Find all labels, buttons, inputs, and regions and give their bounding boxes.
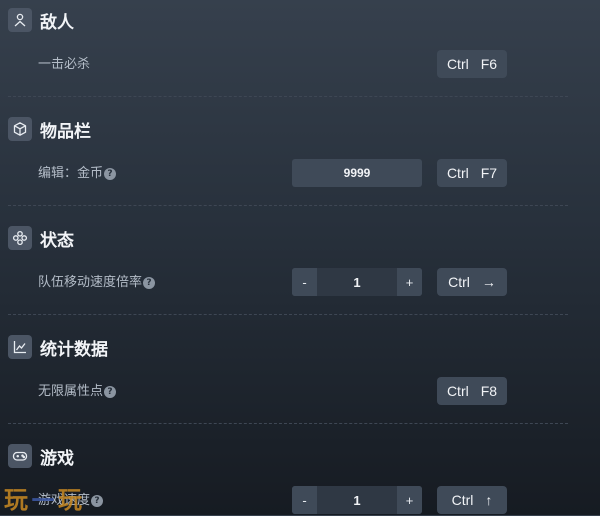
stepper-value[interactable]: 1 xyxy=(317,486,397,514)
gamepad-cross-icon xyxy=(8,226,32,250)
section-divider xyxy=(8,423,568,424)
increment-button[interactable]: + xyxy=(397,268,422,296)
section-divider xyxy=(8,96,568,97)
watermark-dash: — xyxy=(31,482,56,512)
hotkey-modifier: Ctrl xyxy=(448,274,470,290)
hotkey-button[interactable]: Ctrl ↑ xyxy=(437,486,507,514)
person-icon xyxy=(8,8,32,32)
section-title: 敌人 xyxy=(40,12,74,33)
hotkey-modifier: Ctrl xyxy=(446,165,469,181)
hotkey-button[interactable]: Ctrl F8 xyxy=(437,377,507,405)
cube-icon xyxy=(8,117,32,141)
line-chart-icon xyxy=(8,335,32,359)
row-label-text: 无限属性点 xyxy=(38,384,104,399)
hotkey-key: F7 xyxy=(480,165,498,181)
hotkey-modifier: Ctrl xyxy=(446,56,469,72)
hotkey-button[interactable]: Ctrl F7 xyxy=(437,159,507,187)
section-header: 物品栏 xyxy=(8,117,91,142)
hotkey-key: → xyxy=(481,274,496,290)
stepper-value[interactable]: 1 xyxy=(317,268,397,296)
speed-stepper: - 1 + xyxy=(292,486,422,514)
hotkey-key: ↑ xyxy=(485,492,493,508)
decrement-button[interactable]: - xyxy=(292,268,317,296)
row-label: 队伍移动速度倍率? xyxy=(38,268,156,298)
watermark-logo: 玩 — 玩 xyxy=(4,482,83,514)
cheat-row-game-speed: 游戏速度? - 1 + Ctrl ↑ xyxy=(0,486,600,516)
row-label: 一击必杀 xyxy=(38,57,91,72)
section-header: 敌人 xyxy=(8,8,74,33)
increment-button[interactable]: + xyxy=(397,486,422,514)
row-label-text: 编辑：金币 xyxy=(38,166,104,181)
section-divider xyxy=(8,205,568,206)
help-icon[interactable]: ? xyxy=(143,277,156,289)
hotkey-button[interactable]: Ctrl F6 xyxy=(437,50,507,78)
hotkey-modifier: Ctrl xyxy=(446,383,469,399)
section-header: 统计数据 xyxy=(8,335,108,360)
watermark-char-left: 玩 xyxy=(4,484,29,514)
row-label: 无限属性点? xyxy=(38,377,117,407)
cheat-row-one-hit-kill: 一击必杀 Ctrl F6 xyxy=(0,50,600,80)
gold-value-input[interactable] xyxy=(292,159,422,187)
section-title: 状态 xyxy=(40,230,74,251)
watermark-char-right: 玩 xyxy=(58,484,83,514)
help-icon[interactable]: ? xyxy=(91,495,104,507)
hotkey-key: F8 xyxy=(480,383,498,399)
row-label: 编辑：金币? xyxy=(38,159,117,189)
controller-icon xyxy=(8,444,32,468)
cheat-row-edit-gold: 编辑：金币? Ctrl F7 xyxy=(0,159,600,189)
cheat-row-party-speed: 队伍移动速度倍率? - 1 + Ctrl → xyxy=(0,268,600,298)
decrement-button[interactable]: - xyxy=(292,486,317,514)
cheat-row-infinite-points: 无限属性点? Ctrl F8 xyxy=(0,377,600,407)
section-title: 游戏 xyxy=(40,448,74,469)
help-icon[interactable]: ? xyxy=(104,168,117,180)
row-label-text: 队伍移动速度倍率 xyxy=(38,275,143,290)
section-title: 物品栏 xyxy=(40,121,91,142)
hotkey-button[interactable]: Ctrl → xyxy=(437,268,507,296)
hotkey-modifier: Ctrl xyxy=(451,492,474,508)
section-title: 统计数据 xyxy=(40,339,108,360)
section-divider xyxy=(8,314,568,315)
section-header: 游戏 xyxy=(8,444,74,469)
section-header: 状态 xyxy=(8,226,74,251)
hotkey-key: F6 xyxy=(480,56,498,72)
help-icon[interactable]: ? xyxy=(104,386,117,398)
speed-stepper: - 1 + xyxy=(292,268,422,296)
